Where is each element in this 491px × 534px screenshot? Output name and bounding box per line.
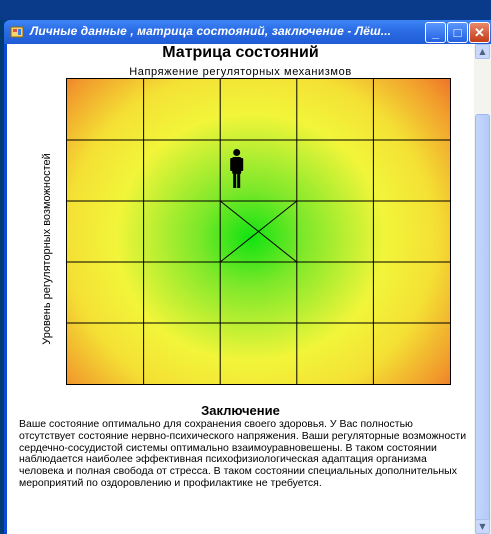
minimize-button[interactable]: _ bbox=[425, 22, 446, 43]
person-icon bbox=[230, 149, 244, 188]
scroll-up-icon: ▲ bbox=[479, 47, 486, 56]
matrix-y-label: Уровень регуляторных возможностей bbox=[41, 153, 53, 345]
window-title: Личные данные , матрица состояний, заклю… bbox=[30, 24, 392, 38]
maximize-button[interactable]: □ bbox=[447, 22, 468, 43]
scroll-down-button[interactable]: ▼ bbox=[475, 519, 490, 534]
desktop-strip bbox=[0, 0, 491, 20]
conclusion-heading: Заключение bbox=[201, 403, 280, 418]
matrix-x-label: Напряжение регуляторных механизмов bbox=[129, 66, 352, 78]
state-matrix bbox=[66, 78, 451, 385]
scroll-down-icon: ▼ bbox=[479, 522, 486, 531]
app-icon bbox=[10, 26, 24, 38]
title-bar[interactable]: Личные данные , матрица состояний, заклю… bbox=[4, 20, 491, 44]
conclusion-text: Ваше состояние оптимально для сохранения… bbox=[19, 418, 467, 489]
scroll-up-button[interactable]: ▲ bbox=[475, 44, 490, 59]
maximize-icon: □ bbox=[453, 25, 462, 40]
close-button[interactable]: ✕ bbox=[469, 22, 490, 43]
close-icon: ✕ bbox=[474, 25, 485, 40]
scroll-thumb[interactable] bbox=[475, 114, 490, 524]
matrix-grid bbox=[67, 79, 450, 384]
vertical-scrollbar[interactable]: ▲ ▼ bbox=[474, 44, 491, 534]
minimize-icon: _ bbox=[431, 25, 440, 40]
content-area: Матрица состояний Напряжение регуляторны… bbox=[7, 44, 474, 534]
matrix-title: Матрица состояний bbox=[162, 44, 319, 61]
